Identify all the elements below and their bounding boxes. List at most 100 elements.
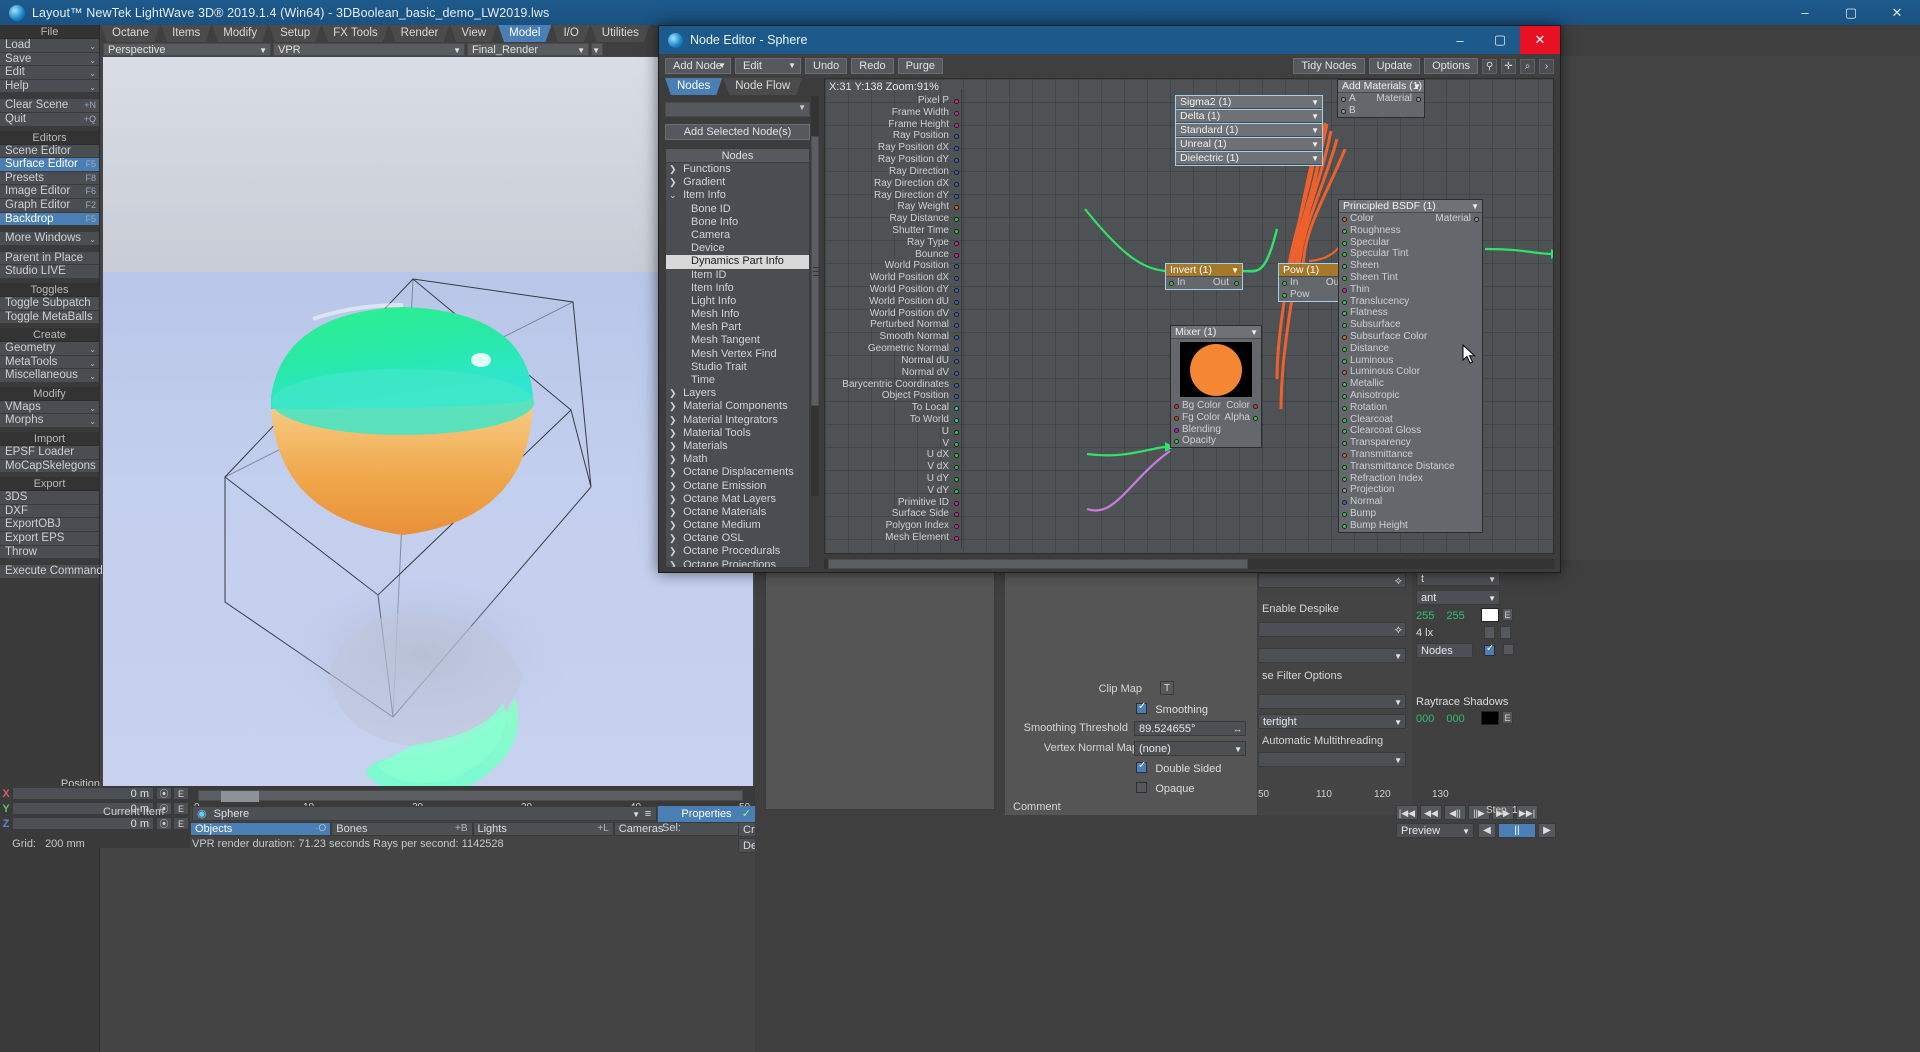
mode-button-lights[interactable]: Lights +L <box>472 822 614 836</box>
port-a[interactable]: A Material <box>1338 93 1424 105</box>
ant-field[interactable]: ant ▼ <box>1416 590 1500 605</box>
opaque-checkbox[interactable] <box>1136 782 1147 793</box>
input-port-barycentric-coordinates[interactable]: Barycentric Coordinates <box>829 379 961 391</box>
input-port-ray-weight[interactable]: Ray Weight <box>829 201 961 213</box>
ne-minimize-button[interactable]: – <box>1440 26 1480 54</box>
axis-envelope-button[interactable]: E <box>173 787 189 800</box>
transport-button[interactable]: ◀◀ <box>1420 805 1442 820</box>
mixer-input-bg-color[interactable]: Bg Color Color <box>1171 400 1261 412</box>
stepper-icon[interactable]: ↔ <box>1233 722 1242 737</box>
tree-group-layers[interactable]: ❯ Layers <box>666 387 809 400</box>
tree-item-item-info[interactable]: Item Info <box>666 282 809 295</box>
sidebar-item-export-eps[interactable]: Export EPS <box>0 532 99 546</box>
sidebar-item-clear-scene[interactable]: Clear Scene +N <box>0 99 99 113</box>
tree-group-material-tools[interactable]: ❯ Material Tools <box>666 427 809 440</box>
node-invert-header[interactable]: Invert (1) ▼ <box>1166 264 1242 277</box>
sidebar-item-help[interactable]: Help ⌄ <box>0 79 99 94</box>
input-port-to-world[interactable]: To World <box>829 414 961 426</box>
input-port-world-position-dx[interactable]: World Position dX <box>829 272 961 284</box>
node-add-materials[interactable]: Add Materials (1) ▼ A Material B <box>1337 79 1425 118</box>
tree-item-device[interactable]: Device <box>666 242 809 255</box>
input-port-polygon-index[interactable]: Polygon Index <box>829 520 961 532</box>
minimize-button[interactable]: – <box>1782 0 1828 25</box>
input-port-ray-direction-dy[interactable]: Ray Direction dY <box>829 190 961 202</box>
sidebar-item-scene-editor[interactable]: Scene Editor <box>0 144 99 159</box>
tab-view[interactable]: View <box>450 25 497 42</box>
sidebar-item-vmaps[interactable]: VMaps ⌄ <box>0 400 99 415</box>
invert-io-row[interactable]: In Out <box>1166 277 1242 289</box>
bsdf-input-distance[interactable]: Distance <box>1339 343 1482 355</box>
sidebar-item-edit[interactable]: Edit ⌄ <box>0 66 99 80</box>
node-header[interactable]: Sigma2 (1) ▼ <box>1176 96 1322 109</box>
node-delta-1-[interactable]: Delta (1) ▼ <box>1175 109 1323 124</box>
nodes-field[interactable]: Nodes <box>1416 643 1473 658</box>
input-port-object-position[interactable]: Object Position <box>829 390 961 402</box>
add-node-dropdown[interactable]: Add Node ▼ <box>665 58 731 74</box>
bsdf-input-luminous-color[interactable]: Luminous Color <box>1339 366 1482 378</box>
bsdf-input-translucency[interactable]: Translucency <box>1339 296 1482 308</box>
tree-group-item-info[interactable]: ⌄ Item Info <box>666 189 809 202</box>
smoothing-threshold-field[interactable]: 89.524655° ↔ <box>1134 721 1246 736</box>
tree-item-mesh-info[interactable]: Mesh Info <box>666 308 809 321</box>
pause-button[interactable]: || <box>1498 823 1536 838</box>
tab-octane[interactable]: Octane <box>101 25 160 42</box>
sidebar-item-toggle-metaballs[interactable]: Toggle MetaBalls <box>0 310 99 325</box>
bsdf-input-subsurface[interactable]: Subsurface <box>1339 319 1482 331</box>
transport-button[interactable]: ◀|| <box>1444 805 1466 820</box>
color-swatch-white[interactable] <box>1481 608 1499 622</box>
mode-button-bones[interactable]: Bones +B <box>331 822 473 836</box>
sidebar-item-exportobj[interactable]: ExportOBJ <box>0 518 99 533</box>
input-port-ray-direction-dx[interactable]: Ray Direction dX <box>829 178 961 190</box>
input-port-world-position-dv[interactable]: World Position dV <box>829 308 961 320</box>
double-sided-row[interactable]: Double Sided <box>1136 760 1221 775</box>
node-mixer-header[interactable]: Mixer (1) ▼ <box>1171 326 1261 339</box>
color-swatch-black[interactable] <box>1481 711 1499 725</box>
node-header[interactable]: Unreal (1) ▼ <box>1176 138 1322 151</box>
tree-item-dynamics-part-info[interactable]: Dynamics Part Info <box>666 255 809 269</box>
axis-lock-icon[interactable]: ⦿ <box>156 787 172 800</box>
sidebar-item-more-windows[interactable]: More Windows ⌄ <box>0 232 99 246</box>
input-port-smooth-normal[interactable]: Smooth Normal <box>829 331 961 343</box>
ne-close-button[interactable]: ✕ <box>1520 26 1560 54</box>
bsdf-input-roughness[interactable]: Roughness <box>1339 225 1482 237</box>
node-add-materials-header[interactable]: Add Materials (1) ▼ <box>1338 80 1424 93</box>
move-icon[interactable]: ✛ <box>1501 58 1516 74</box>
tab-setup[interactable]: Setup <box>269 25 321 42</box>
sidebar-item-image-editor[interactable]: Image Editor F6 <box>0 185 99 199</box>
input-port-frame-width[interactable]: Frame Width <box>829 107 961 119</box>
bsdf-input-luminous[interactable]: Luminous <box>1339 355 1482 367</box>
mode-button-objects[interactable]: Objects ·O <box>190 822 332 836</box>
ne-maximize-button[interactable]: ▢ <box>1480 26 1520 54</box>
toggle-icon-1[interactable] <box>1484 626 1495 639</box>
input-port-frame-height[interactable]: Frame Height <box>829 119 961 131</box>
ne-tab-node-flow[interactable]: Node Flow <box>723 78 802 95</box>
sidebar-item-quit[interactable]: Quit +Q <box>0 112 99 127</box>
node-header[interactable]: Standard (1) ▼ <box>1176 124 1322 137</box>
maximize-button[interactable]: ▢ <box>1828 0 1874 25</box>
tree-group-material-components[interactable]: ❯ Material Components <box>666 400 809 413</box>
tab-modify[interactable]: Modify <box>212 25 268 42</box>
tree-item-mesh-vertex-find[interactable]: Mesh Vertex Find <box>666 348 809 361</box>
input-port-primitive-id[interactable]: Primitive ID <box>829 497 961 509</box>
input-port-ray-type[interactable]: Ray Type <box>829 237 961 249</box>
bsdf-input-clearcoat[interactable]: Clearcoat <box>1339 414 1482 426</box>
next-frame-button[interactable]: ▶ <box>1538 823 1556 838</box>
undo-button[interactable]: Undo <box>805 58 848 74</box>
node-header[interactable]: Dielectric (1) ▼ <box>1176 152 1322 165</box>
edit-dropdown[interactable]: Edit ▼ <box>735 58 801 74</box>
sidebar-item-studio-live[interactable]: Studio LIVE <box>0 265 99 279</box>
principled-first-row[interactable]: Color Material <box>1339 213 1482 225</box>
input-port-pixel-p[interactable]: Pixel P <box>829 95 961 107</box>
tree-item-mesh-part[interactable]: Mesh Part <box>666 321 809 334</box>
bsdf-input-thin[interactable]: Thin <box>1339 284 1482 296</box>
bsdf-input-bump-height[interactable]: Bump Height <box>1339 520 1482 532</box>
clip-map-texture-button[interactable]: T <box>1160 681 1174 695</box>
sidebar-item-throw[interactable]: Throw <box>0 545 99 560</box>
pin-icon[interactable]: ⚲ <box>1482 58 1497 74</box>
input-port-bounce[interactable]: Bounce <box>829 249 961 261</box>
tree-group-octane-displacements[interactable]: ❯ Octane Displacements <box>666 466 809 479</box>
input-port-ray-direction[interactable]: Ray Direction <box>829 166 961 178</box>
prev-frame-button[interactable]: ◀ <box>1478 823 1496 838</box>
tree-group-functions[interactable]: ❯ Functions <box>666 163 809 176</box>
bsdf-input-subsurface-color[interactable]: Subsurface Color <box>1339 331 1482 343</box>
